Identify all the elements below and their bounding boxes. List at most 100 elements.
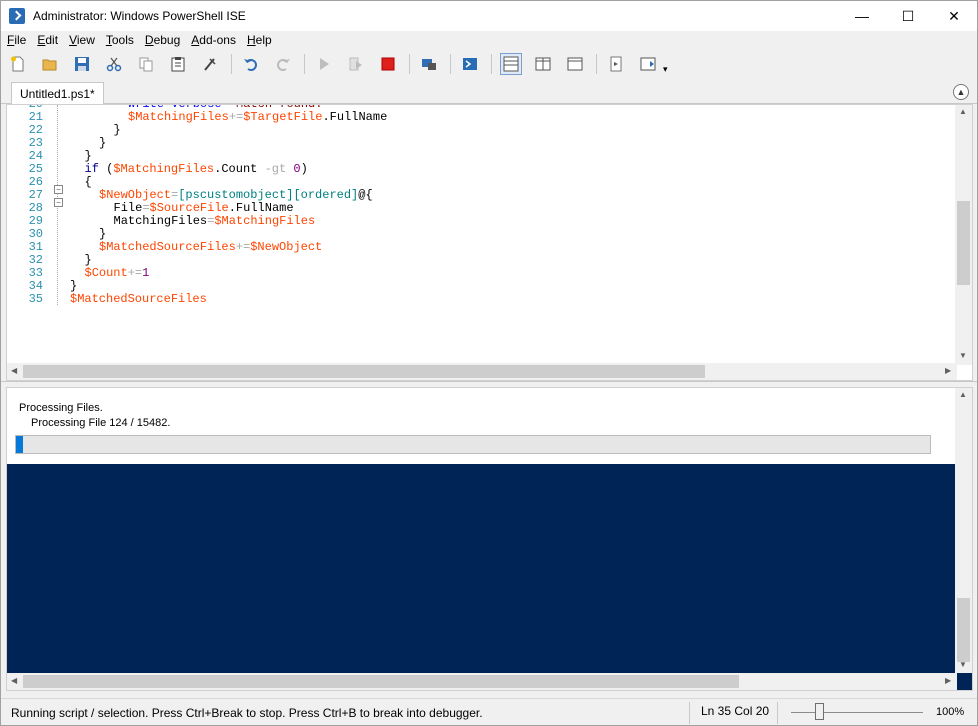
- powershell-app-icon: [9, 8, 25, 24]
- maximize-button[interactable]: ☐: [885, 1, 931, 31]
- progress-panel: Processing Files. Processing File 124 / …: [7, 388, 957, 464]
- save-icon[interactable]: [71, 53, 93, 75]
- toolbar-separator: [450, 54, 451, 74]
- scroll-thumb[interactable]: [957, 201, 970, 285]
- scroll-right-icon[interactable]: ▶: [945, 366, 951, 375]
- status-separator: [777, 702, 778, 724]
- show-commands-addon-icon[interactable]: [637, 53, 659, 75]
- zoom-slider-track[interactable]: [791, 712, 923, 713]
- menu-edit[interactable]: Edit: [37, 33, 58, 51]
- show-script-maximized-icon[interactable]: [564, 53, 586, 75]
- code-token: +=: [235, 240, 251, 254]
- menu-view[interactable]: View: [69, 33, 95, 51]
- fold-toggle-icon[interactable]: −: [54, 198, 63, 207]
- code-token: @{: [358, 188, 373, 202]
- menu-label-rest: dd-ons: [199, 33, 236, 47]
- menu-label-rest: ools: [111, 33, 134, 47]
- console-pane[interactable]: Processing Files. Processing File 124 / …: [6, 387, 973, 691]
- copy-icon[interactable]: [135, 53, 157, 75]
- run-selection-icon[interactable]: [345, 53, 367, 75]
- code-token: }: [84, 149, 92, 163]
- script-horizontal-scrollbar[interactable]: ◀ ▶: [7, 363, 957, 380]
- menu-help[interactable]: Help: [247, 33, 272, 51]
- console-horizontal-scrollbar[interactable]: ◀ ▶: [7, 673, 957, 690]
- scroll-left-icon[interactable]: ◀: [11, 676, 17, 685]
- code-token: $MatchedSourceFiles: [70, 292, 207, 306]
- code-token: $Count: [84, 266, 128, 280]
- code-token: .FullName: [322, 110, 388, 124]
- code-token: $MatchingFiles: [128, 110, 229, 124]
- fold-toggle-icon[interactable]: −: [54, 185, 63, 194]
- collapse-script-pane-icon[interactable]: ▲: [953, 84, 969, 100]
- toolbar-overflow-icon[interactable]: ▾: [663, 64, 668, 75]
- tab-untitled1[interactable]: Untitled1.ps1*: [11, 82, 104, 104]
- code-token: =: [142, 201, 150, 215]
- scroll-up-icon[interactable]: ▲: [959, 107, 967, 116]
- code-token: +=: [228, 110, 244, 124]
- code-token: $TargetFile: [243, 110, 323, 124]
- scroll-left-icon[interactable]: ◀: [11, 366, 17, 375]
- scroll-thumb[interactable]: [23, 675, 739, 688]
- code-token: }: [99, 227, 107, 241]
- progress-bar: [15, 435, 931, 454]
- menu-add-ons[interactable]: Add-ons: [191, 33, 236, 51]
- cursor-position: Ln 35 Col 20: [701, 704, 770, 718]
- code-token: $SourceFile: [149, 201, 229, 215]
- code-token: }: [84, 253, 92, 267]
- menu-file[interactable]: File: [7, 33, 26, 51]
- powershell-console-icon[interactable]: [459, 53, 481, 75]
- script-pane[interactable]: − − 20 Write-Verbose "Match found." 21 $Mat…: [6, 104, 973, 381]
- show-script-right-icon[interactable]: [532, 53, 554, 75]
- menu-debug[interactable]: Debug: [145, 33, 180, 51]
- stop-icon[interactable]: [377, 53, 399, 75]
- cut-icon[interactable]: [103, 53, 125, 75]
- zoom-slider-thumb[interactable]: [815, 703, 824, 720]
- scroll-thumb[interactable]: [957, 598, 970, 662]
- menu-accelerator: H: [246, 33, 256, 47]
- code-token: }: [113, 123, 121, 137]
- scroll-down-icon[interactable]: ▼: [959, 660, 967, 669]
- window-title: Administrator: Windows PowerShell ISE: [33, 9, 246, 23]
- code-token: +=: [127, 266, 143, 280]
- code-token: $NewObject: [99, 188, 172, 202]
- code-token: {: [84, 175, 92, 189]
- menu-tools[interactable]: Tools: [106, 33, 134, 51]
- undo-icon[interactable]: [240, 53, 262, 75]
- toolbar-separator: [409, 54, 410, 74]
- clear-console-icon[interactable]: [199, 53, 221, 75]
- menu-label-rest: ebug: [153, 33, 181, 47]
- code-token: $MatchedSourceFiles: [99, 240, 236, 254]
- scroll-right-icon[interactable]: ▶: [945, 676, 951, 685]
- progress-fill: [16, 436, 24, 453]
- show-commands-window-icon[interactable]: [605, 53, 627, 75]
- code-token: ): [300, 162, 308, 176]
- script-vertical-scrollbar[interactable]: ▲ ▼: [955, 105, 972, 365]
- console-vertical-scrollbar[interactable]: ▲ ▼: [955, 388, 972, 673]
- progress-status: Processing File 124 / 15482.: [31, 417, 171, 429]
- tab-strip: Untitled1.ps1* ▲: [1, 80, 977, 104]
- minimize-button[interactable]: —: [839, 1, 885, 31]
- remote-powershell-icon[interactable]: [418, 53, 440, 75]
- code-token: 1: [142, 266, 150, 280]
- code-token: .Count: [214, 162, 258, 176]
- open-folder-icon[interactable]: [39, 53, 61, 75]
- toolbar-separator: [304, 54, 305, 74]
- code-token: MatchingFiles: [113, 214, 208, 228]
- close-button[interactable]: ✕: [931, 1, 977, 31]
- code-token: $NewObject: [250, 240, 323, 254]
- toolbar-separator: [491, 54, 492, 74]
- menu-label-rest: iew: [76, 33, 95, 47]
- run-script-icon[interactable]: [313, 53, 335, 75]
- status-bar: Running script / selection. Press Ctrl+B…: [1, 698, 977, 725]
- scroll-down-icon[interactable]: ▼: [959, 351, 967, 360]
- scroll-thumb[interactable]: [23, 365, 705, 378]
- redo-icon[interactable]: [272, 53, 294, 75]
- show-script-top-icon[interactable]: [500, 53, 522, 75]
- paste-icon[interactable]: [167, 53, 189, 75]
- scroll-up-icon[interactable]: ▲: [959, 390, 967, 399]
- line-number: 35: [28, 292, 43, 306]
- title-bar: Administrator: Windows PowerShell ISE — …: [1, 1, 977, 31]
- new-file-icon[interactable]: [7, 53, 29, 75]
- code-token: (: [98, 162, 114, 176]
- powershell-ise-window: Administrator: Windows PowerShell ISE — …: [0, 0, 978, 726]
